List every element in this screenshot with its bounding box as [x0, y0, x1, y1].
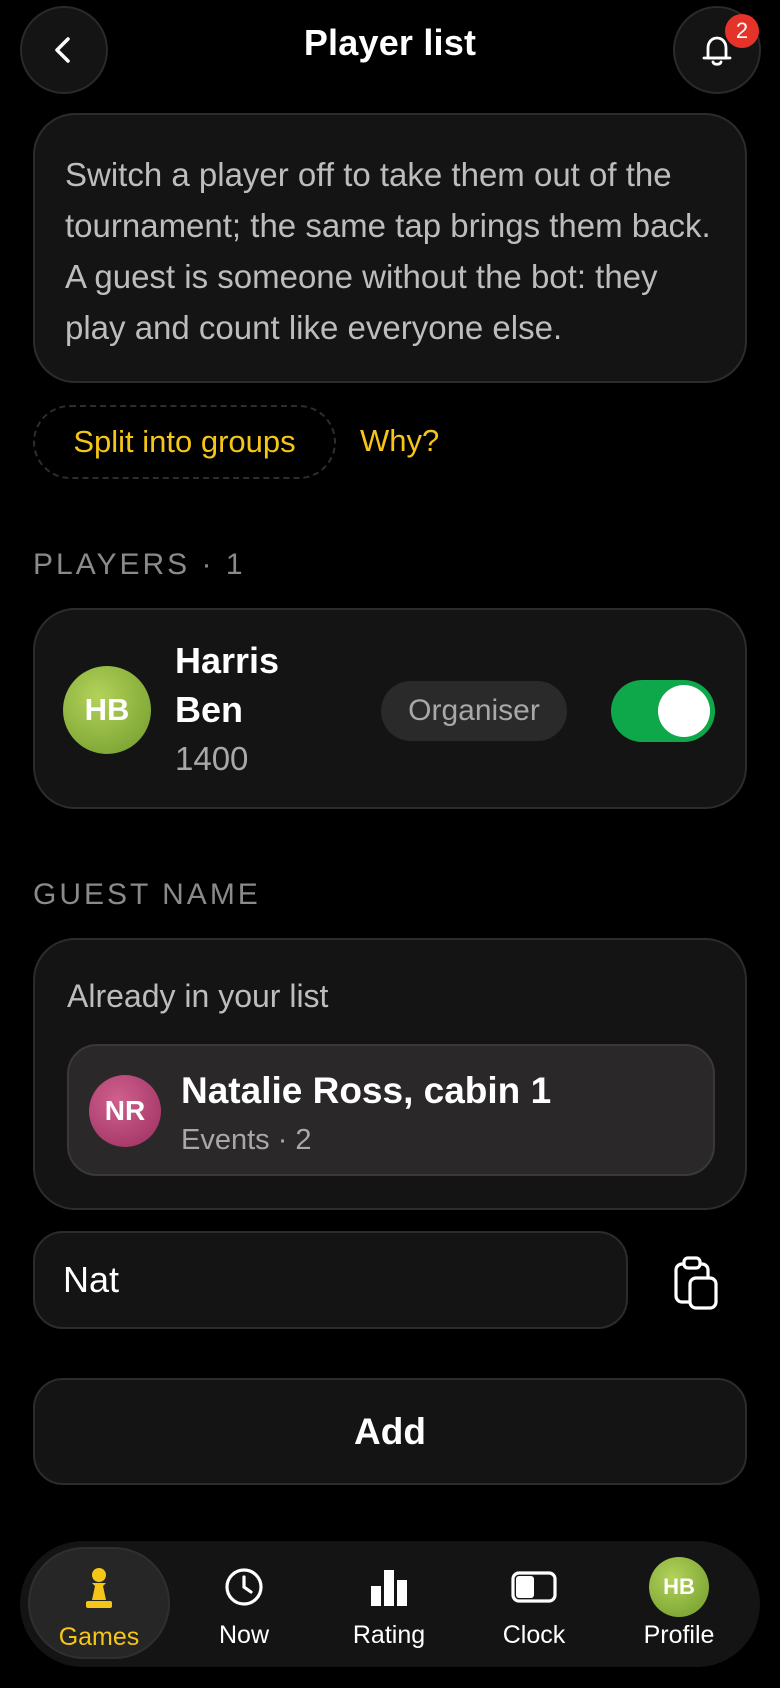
- tab-now[interactable]: Now: [173, 1541, 315, 1667]
- clock-icon: [220, 1563, 268, 1611]
- tab-label: Profile: [643, 1621, 715, 1649]
- info-text: Switch a player off to take them out of …: [65, 156, 711, 346]
- page-title: Player list: [303, 22, 477, 63]
- suggestion-meta: Events · 2: [181, 1124, 312, 1156]
- tab-rating[interactable]: Rating: [318, 1541, 460, 1667]
- players-section-label: PLAYERS · 1: [33, 548, 246, 581]
- guest-name-input-wrap: [33, 1231, 628, 1329]
- player-rating: 1400: [175, 740, 249, 777]
- why-link[interactable]: Why?: [360, 423, 439, 459]
- suggestion-avatar: NR: [89, 1075, 161, 1147]
- tab-profile[interactable]: HB Profile: [608, 1541, 750, 1667]
- split-into-groups-button[interactable]: Split into groups: [33, 405, 336, 479]
- tab-label: Games: [58, 1623, 140, 1651]
- clipboard-icon: [674, 1256, 718, 1310]
- tab-games[interactable]: Games: [28, 1547, 170, 1659]
- guest-section-label: GUEST NAME: [33, 878, 261, 911]
- guest-name-input[interactable]: [33, 1231, 628, 1329]
- notification-badge: 2: [725, 14, 759, 48]
- bottom-tab-bar: Games Now Rating Clock HB Profile: [20, 1541, 760, 1667]
- suggestion-item[interactable]: NR Natalie Ross, cabin 1 Events · 2: [67, 1044, 715, 1176]
- player-row[interactable]: HB Harris Ben 1400 Organiser: [33, 608, 747, 809]
- info-card: Switch a player off to take them out of …: [33, 113, 747, 383]
- already-in-list-label: Already in your list: [67, 978, 329, 1014]
- guest-suggestions-card: Already in your list NR Natalie Ross, ca…: [33, 938, 747, 1210]
- player-name: Harris Ben: [175, 640, 280, 730]
- player-avatar: HB: [63, 666, 151, 754]
- notifications-button[interactable]: 2: [673, 6, 761, 94]
- avatar: HB: [649, 1557, 709, 1617]
- tab-label: Now: [218, 1621, 269, 1649]
- suggestion-name: Natalie Ross, cabin 1: [181, 1070, 552, 1111]
- tab-label: Rating: [352, 1621, 426, 1649]
- chess-clock-icon: [510, 1563, 558, 1611]
- player-active-toggle[interactable]: [611, 680, 715, 742]
- add-button[interactable]: Add: [33, 1378, 747, 1485]
- bar-chart-icon: [365, 1563, 413, 1611]
- paste-button[interactable]: [666, 1252, 726, 1312]
- role-badge: Organiser: [381, 681, 567, 741]
- pawn-icon: [75, 1565, 123, 1613]
- tab-clock[interactable]: Clock: [463, 1541, 605, 1667]
- toggle-knob: [658, 685, 710, 737]
- tab-label: Clock: [502, 1621, 566, 1649]
